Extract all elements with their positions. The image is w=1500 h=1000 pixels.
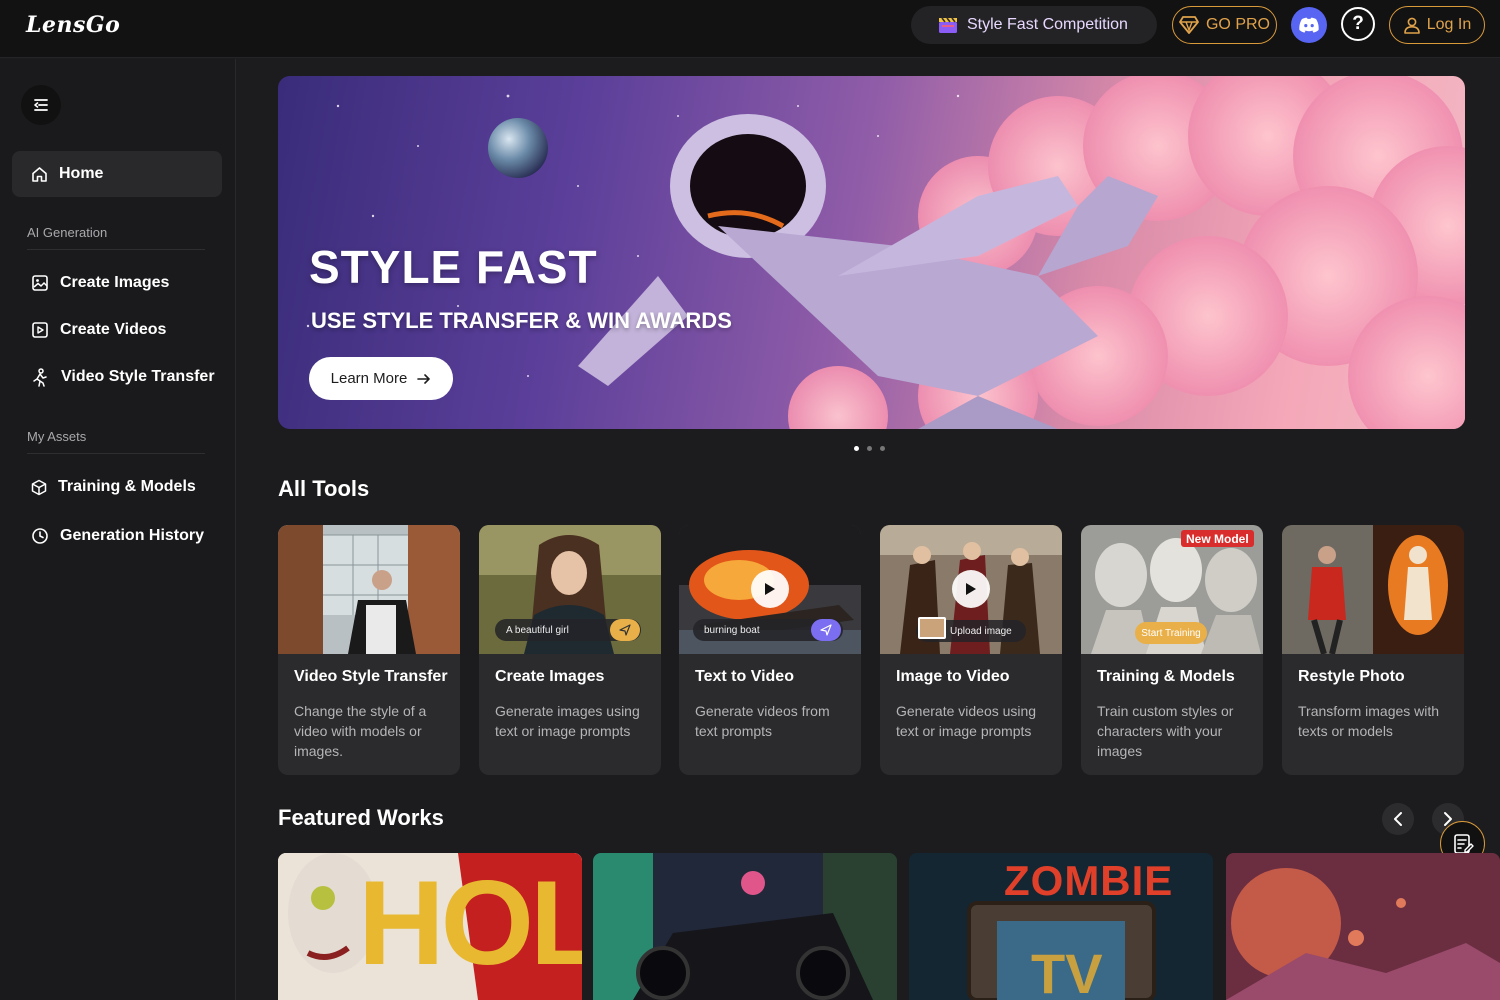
tool-card-text-to-video[interactable]: burning boat Text to Video Generate vide… xyxy=(679,525,861,775)
paper-plane-icon xyxy=(619,624,631,636)
artwork-title: ZOMBIE xyxy=(1004,857,1174,904)
play-button[interactable] xyxy=(751,570,789,608)
tool-description: Transform images with texts or models xyxy=(1298,703,1440,739)
featured-work-card[interactable] xyxy=(593,853,897,1000)
section-label-ai-generation: AI Generation xyxy=(27,225,108,240)
menu-collapse-icon xyxy=(34,99,48,111)
artwork-subtitle: TV xyxy=(1031,942,1103,1000)
clapperboard-icon xyxy=(939,17,957,33)
tool-title: Restyle Photo xyxy=(1298,668,1405,685)
upload-thumbnail xyxy=(918,617,946,639)
go-pro-button[interactable]: GO PRO xyxy=(1172,6,1277,44)
carousel-dots xyxy=(854,446,885,451)
featured-work-card[interactable]: ZOMBIE TV xyxy=(909,853,1213,1000)
sidebar-item-label: Training & Models xyxy=(58,478,196,495)
sidebar-item-label: Generation History xyxy=(60,527,205,544)
arrow-right-icon xyxy=(417,373,431,384)
person-walking-icon xyxy=(33,367,47,387)
play-icon xyxy=(966,583,976,595)
send-button xyxy=(610,619,640,641)
sidebar-item-create-videos[interactable]: Create Videos xyxy=(31,315,166,345)
user-icon xyxy=(1403,17,1420,34)
tool-title: Text to Video xyxy=(695,668,794,685)
tool-title: Training & Models xyxy=(1097,668,1235,685)
sidebar-item-label: Create Videos xyxy=(60,321,167,338)
previous-button[interactable] xyxy=(1382,803,1414,835)
chevron-left-icon xyxy=(1394,812,1402,826)
divider xyxy=(27,453,205,454)
start-training-button[interactable]: Start Training xyxy=(1135,622,1207,644)
play-icon xyxy=(765,583,775,595)
sidebar-item-training-models[interactable]: Training & Models xyxy=(31,472,196,502)
hero-subtitle: USE STYLE TRANSFER & WIN AWARDS xyxy=(311,308,732,333)
featured-artwork xyxy=(593,853,897,1000)
sidebar-item-label: Video Style Transfer xyxy=(61,368,215,385)
video-icon xyxy=(32,322,48,338)
note-edit-icon xyxy=(1453,833,1474,854)
style-fast-competition-button[interactable]: Style Fast Competition xyxy=(911,6,1157,44)
tools-grid: Video Style Transfer Change the style of… xyxy=(278,525,1465,775)
discord-icon xyxy=(1299,17,1319,33)
tool-description: Generate videos using text or image prom… xyxy=(896,703,1037,739)
divider xyxy=(27,249,205,250)
login-label: Log In xyxy=(1426,16,1472,33)
clock-icon xyxy=(32,528,48,544)
collapse-sidebar-button[interactable] xyxy=(21,85,61,125)
tool-card-video-style-transfer[interactable]: Video Style Transfer Change the style of… xyxy=(278,525,460,775)
section-label-my-assets: My Assets xyxy=(27,429,87,444)
sidebar-item-generation-history[interactable]: Generation History xyxy=(31,521,204,551)
cube-icon xyxy=(31,479,47,495)
sidebar-item-label: Create Images xyxy=(60,274,170,291)
paper-plane-icon xyxy=(820,624,832,636)
prompt-text: Upload image xyxy=(950,625,1012,637)
tool-card-create-images[interactable]: A beautiful girl Create Images Generate … xyxy=(479,525,661,775)
prompt-text: burning boat xyxy=(704,624,760,636)
tool-title: Video Style Transfer xyxy=(294,668,448,685)
featured-works-heading: Featured Works xyxy=(278,805,444,830)
login-button[interactable]: Log In xyxy=(1389,6,1485,44)
tool-thumbnail xyxy=(1282,525,1464,654)
diamond-icon xyxy=(1179,16,1199,34)
featured-artwork xyxy=(1226,853,1500,1000)
discord-button[interactable] xyxy=(1291,7,1327,43)
tool-card-image-to-video[interactable]: Upload image Image to Video Generate vid… xyxy=(880,525,1062,775)
sidebar-item-video-style-transfer[interactable]: Video Style Transfer xyxy=(31,362,215,392)
image-icon xyxy=(32,275,48,291)
sidebar-item-label: Home xyxy=(59,165,104,182)
sidebar: Home AI Generation Create Images Create … xyxy=(0,59,236,1000)
learn-more-label: Learn More xyxy=(330,370,408,387)
home-icon xyxy=(32,166,47,182)
carousel-dot[interactable] xyxy=(880,446,885,451)
hero-banner[interactable]: STYLE FAST USE STYLE TRANSFER & WIN AWAR… xyxy=(278,76,1465,429)
sidebar-item-create-images[interactable]: Create Images xyxy=(31,268,169,298)
tool-title: Create Images xyxy=(495,668,605,685)
tool-description: Generate images using text or image prom… xyxy=(495,703,640,739)
tool-card-training-models[interactable]: New Model Start Training Training & Mode… xyxy=(1081,525,1263,775)
hero-title: STYLE FAST xyxy=(309,241,598,293)
help-button[interactable]: ? xyxy=(1341,7,1375,41)
gopro-label: GO PRO xyxy=(1205,16,1270,33)
top-bar: LensGo Style Fast Competition GO PRO ? L… xyxy=(0,0,1500,58)
new-model-badge: New Model xyxy=(1181,530,1254,547)
learn-more-button[interactable]: Learn More xyxy=(309,357,453,400)
carousel-dot[interactable] xyxy=(854,446,859,451)
all-tools-heading: All Tools xyxy=(278,476,370,501)
tool-description: Generate videos from text prompts xyxy=(695,703,830,739)
question-mark-icon: ? xyxy=(1352,13,1364,34)
tool-thumbnail xyxy=(278,525,460,654)
tool-title: Image to Video xyxy=(896,668,1010,685)
tool-card-restyle-photo[interactable]: Restyle Photo Transform images with text… xyxy=(1282,525,1464,775)
tool-description: Change the style of a video with models … xyxy=(294,703,427,759)
send-button xyxy=(811,619,841,641)
sidebar-item-home[interactable]: Home xyxy=(12,151,222,197)
play-button[interactable] xyxy=(952,570,990,608)
artwork-title: HOLE xyxy=(358,856,582,990)
featured-work-card[interactable]: HOLE xyxy=(278,853,582,1000)
carousel-dot[interactable] xyxy=(867,446,872,451)
featured-work-card[interactable] xyxy=(1226,853,1500,1000)
competition-label: Style Fast Competition xyxy=(967,16,1128,33)
prompt-text: A beautiful girl xyxy=(506,624,569,636)
tool-description: Train custom styles or characters with y… xyxy=(1097,703,1234,759)
logo[interactable]: LensGo xyxy=(26,12,120,38)
